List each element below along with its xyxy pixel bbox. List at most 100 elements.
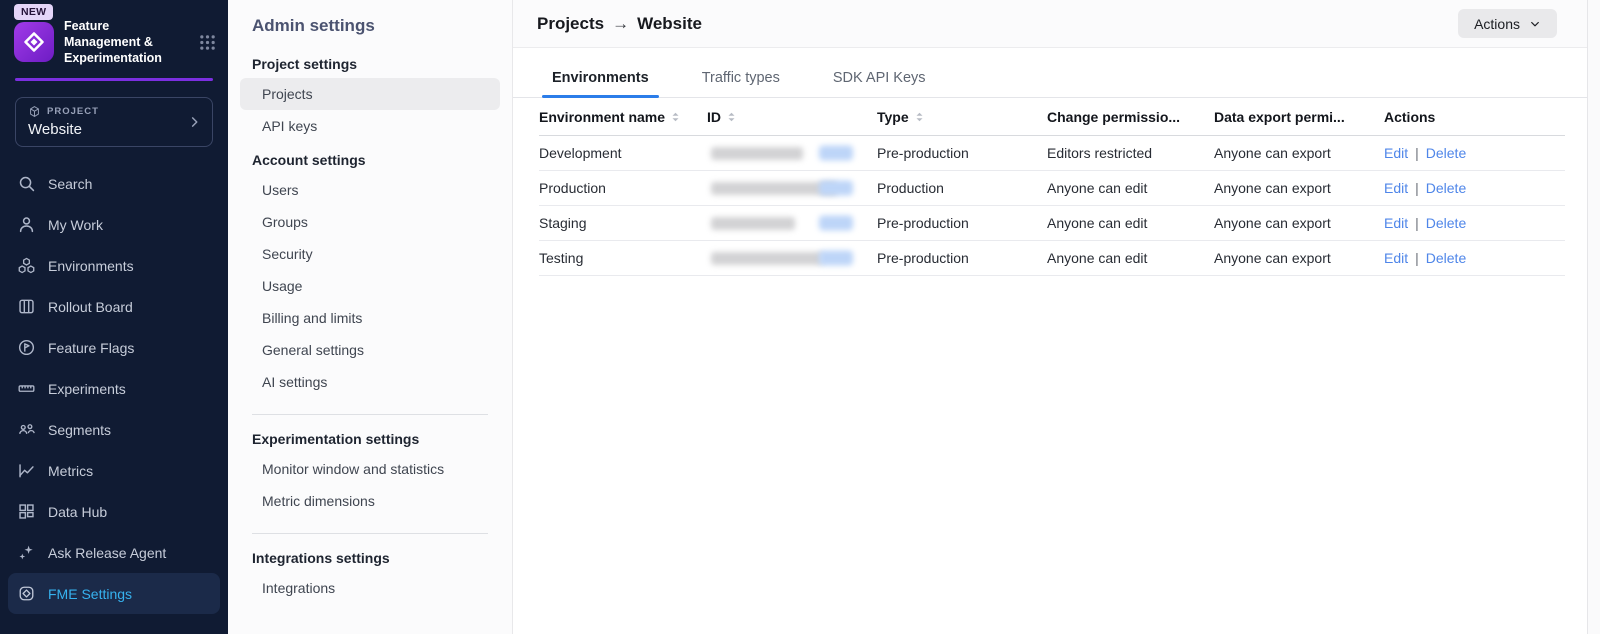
nav-label: Environments <box>48 258 134 274</box>
row-actions: Edit | Delete <box>1384 215 1565 231</box>
flag-circle-icon <box>16 338 36 358</box>
nav-item-fme-settings[interactable]: FME Settings <box>8 573 220 614</box>
nav-item-feature-flags[interactable]: Feature Flags <box>0 327 228 368</box>
data-export-permissions: Anyone can export <box>1214 145 1384 161</box>
redacted-copy-badge[interactable] <box>819 251 853 266</box>
col-actions: Actions <box>1384 109 1565 125</box>
nav-item-ask-release-agent[interactable]: Ask Release Agent <box>0 532 228 573</box>
environment-id-redacted <box>707 206 877 240</box>
redacted-copy-badge[interactable] <box>819 181 853 196</box>
line-chart-icon <box>16 461 36 481</box>
main-content: Projects → Website Actions Environments … <box>513 0 1587 634</box>
delete-link[interactable]: Delete <box>1426 215 1466 231</box>
admin-item-billing-and-limits[interactable]: Billing and limits <box>240 302 500 334</box>
admin-item-groups[interactable]: Groups <box>240 206 500 238</box>
project-name: Website <box>28 121 178 138</box>
tab-environments[interactable]: Environments <box>542 61 659 97</box>
separator: | <box>1415 180 1419 196</box>
col-data-export-permissions: Data export permi... <box>1214 109 1384 125</box>
environment-type: Pre-production <box>877 145 1047 161</box>
actions-button[interactable]: Actions <box>1458 9 1557 38</box>
environment-name: Development <box>539 145 707 161</box>
nav-item-my-work[interactable]: My Work <box>0 204 228 245</box>
row-actions: Edit | Delete <box>1384 180 1565 196</box>
admin-item-usage[interactable]: Usage <box>240 270 500 302</box>
col-label: Change permissio... <box>1047 109 1180 125</box>
admin-item-ai-settings[interactable]: AI settings <box>240 366 500 398</box>
nav-label: Ask Release Agent <box>48 545 166 561</box>
col-change-permissions: Change permissio... <box>1047 109 1214 125</box>
edit-link[interactable]: Edit <box>1384 215 1408 231</box>
environment-id-redacted <box>707 241 877 275</box>
sort-icon[interactable] <box>670 111 681 123</box>
primary-nav: Search My Work Environments Rollout Boar… <box>0 163 228 614</box>
environment-id-redacted <box>707 136 877 170</box>
change-permissions: Editors restricted <box>1047 145 1214 161</box>
section-heading-account-settings: Account settings <box>252 152 500 168</box>
nav-item-segments[interactable]: Segments <box>0 409 228 450</box>
separator: | <box>1415 215 1419 231</box>
app-sidebar: NEW Feature Management & Experimentation… <box>0 0 228 634</box>
delete-link[interactable]: Delete <box>1426 180 1466 196</box>
separator: | <box>1415 145 1419 161</box>
breadcrumb: Projects → Website <box>537 14 702 34</box>
nav-item-data-hub[interactable]: Data Hub <box>0 491 228 532</box>
edit-link[interactable]: Edit <box>1384 145 1408 161</box>
table-row-testing: Testing Pre-production Anyone can edit A… <box>539 241 1565 276</box>
admin-item-security[interactable]: Security <box>240 238 500 270</box>
nav-item-metrics[interactable]: Metrics <box>0 450 228 491</box>
admin-item-monitor-window[interactable]: Monitor window and statistics <box>240 453 500 485</box>
breadcrumb-current: Website <box>637 14 702 34</box>
redacted-copy-badge[interactable] <box>819 216 853 231</box>
tab-sdk-api-keys[interactable]: SDK API Keys <box>823 61 936 97</box>
col-environment-name[interactable]: Environment name <box>539 109 707 125</box>
admin-settings-title: Admin settings <box>252 16 500 36</box>
edit-link[interactable]: Edit <box>1384 250 1408 266</box>
admin-item-metric-dimensions[interactable]: Metric dimensions <box>240 485 500 517</box>
col-label: ID <box>707 109 721 125</box>
divider <box>252 533 488 534</box>
environment-name: Testing <box>539 250 707 266</box>
table-row-production: Production Production Anyone can edit An… <box>539 171 1565 206</box>
col-id[interactable]: ID <box>707 109 877 125</box>
edit-link[interactable]: Edit <box>1384 180 1408 196</box>
admin-item-api-keys[interactable]: API keys <box>240 110 500 142</box>
nav-item-search[interactable]: Search <box>0 163 228 204</box>
split-logo-icon <box>14 22 54 62</box>
delete-link[interactable]: Delete <box>1426 250 1466 266</box>
breadcrumb-parent[interactable]: Projects <box>537 14 604 34</box>
redacted-copy-badge[interactable] <box>819 146 853 161</box>
project-selector[interactable]: PROJECT Website <box>15 97 213 147</box>
redacted-id <box>711 147 803 160</box>
new-badge: NEW <box>14 4 53 20</box>
row-actions: Edit | Delete <box>1384 145 1565 161</box>
right-panel-strip <box>1587 0 1600 634</box>
col-type[interactable]: Type <box>877 109 1047 125</box>
environment-type: Production <box>877 180 1047 196</box>
environment-name: Production <box>539 180 707 196</box>
sort-icon[interactable] <box>726 111 737 123</box>
admin-item-general-settings[interactable]: General settings <box>240 334 500 366</box>
separator: | <box>1415 250 1419 266</box>
user-icon <box>16 215 36 235</box>
chevron-down-icon <box>1529 18 1541 30</box>
delete-link[interactable]: Delete <box>1426 145 1466 161</box>
table-row-staging: Staging Pre-production Anyone can edit A… <box>539 206 1565 241</box>
grid-squares-icon <box>16 502 36 522</box>
nav-item-experiments[interactable]: Experiments <box>0 368 228 409</box>
admin-item-users[interactable]: Users <box>240 174 500 206</box>
app-switcher-icon[interactable] <box>199 34 216 51</box>
admin-item-integrations[interactable]: Integrations <box>240 572 500 604</box>
tab-traffic-types[interactable]: Traffic types <box>692 61 790 97</box>
ruler-icon <box>16 379 36 399</box>
nav-item-rollout-board[interactable]: Rollout Board <box>0 286 228 327</box>
admin-item-projects[interactable]: Projects <box>240 78 500 110</box>
actions-button-label: Actions <box>1474 16 1520 32</box>
sort-icon[interactable] <box>914 111 925 123</box>
nav-item-environments[interactable]: Environments <box>0 245 228 286</box>
environment-name: Staging <box>539 215 707 231</box>
nav-label: FME Settings <box>48 586 132 602</box>
chevron-right-icon <box>187 115 202 130</box>
environments-table: Environment name ID Type Change permissi… <box>539 98 1565 276</box>
product-title: Feature Management & Experimentation <box>64 18 189 66</box>
